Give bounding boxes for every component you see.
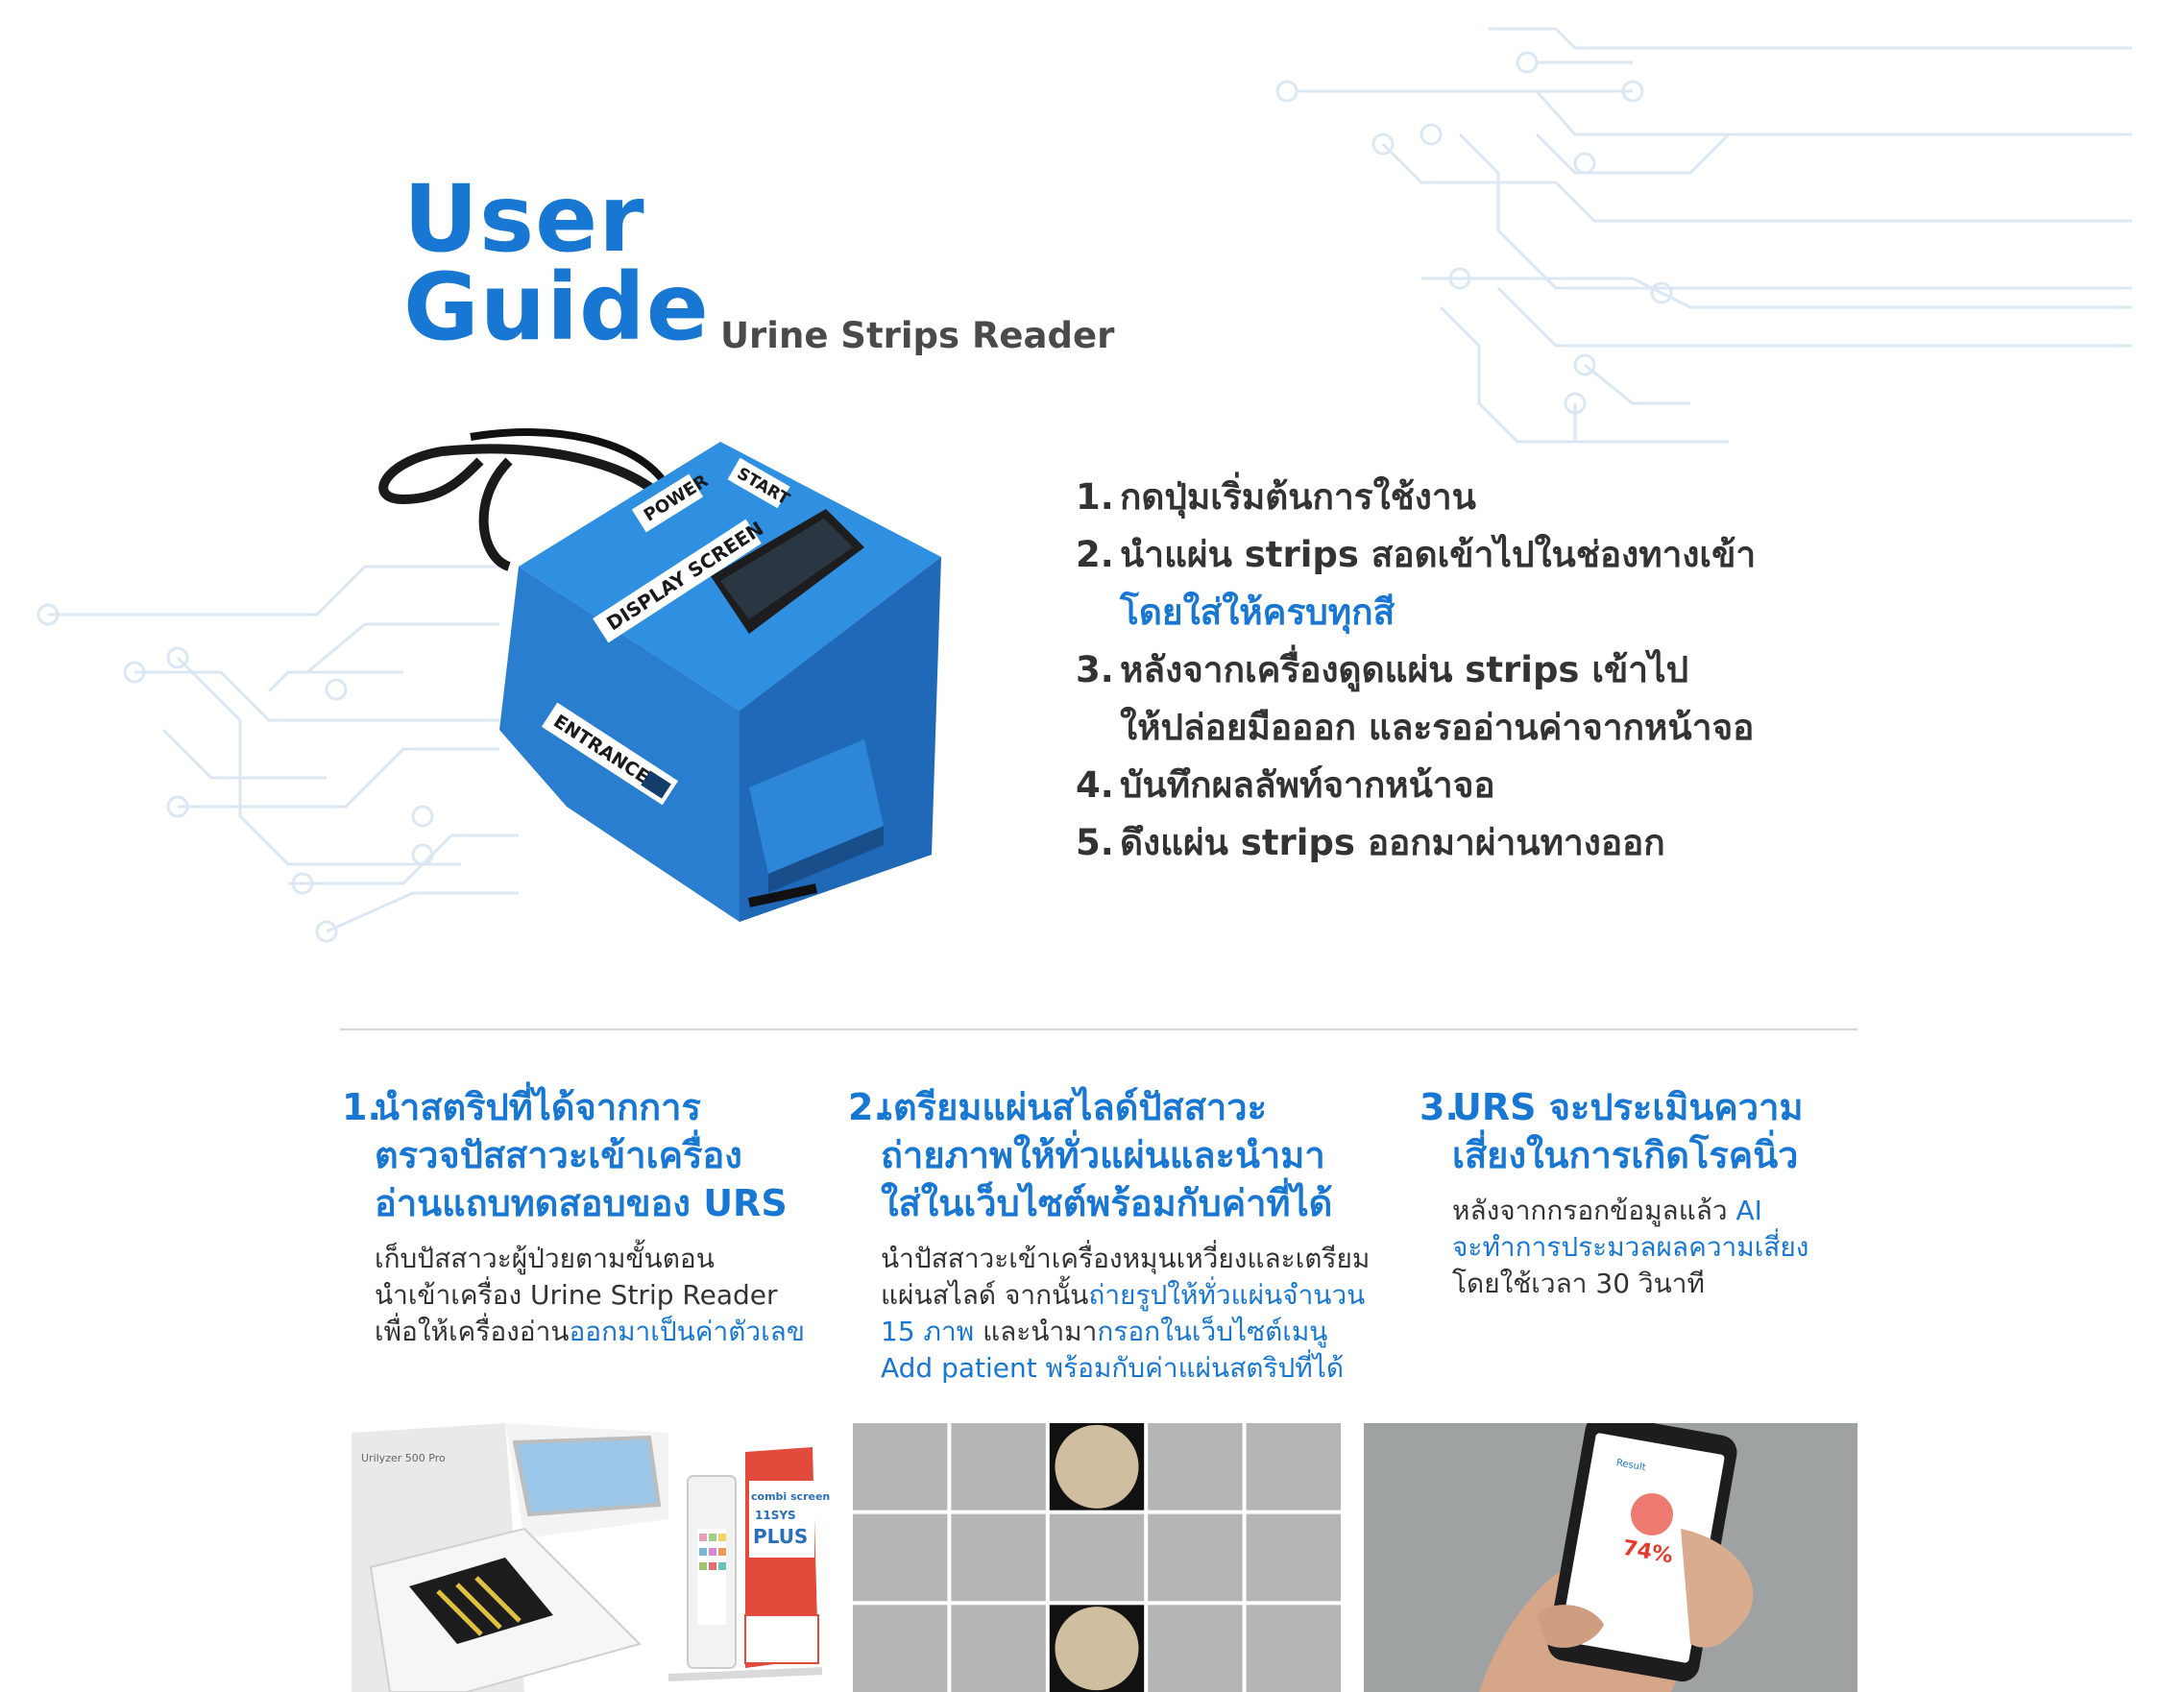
page-subtitle: Urine Strips Reader [720,315,1115,356]
title-guide: Guide [403,254,710,361]
step-2-cont: โดยใส่ให้ครบทุกสี [1120,592,1395,633]
microscope-slide-grid [853,1423,1341,1692]
urine-analyzer-photo: Urilyzer 500 Pro combi screen 11SYS PLUS [352,1423,839,1692]
microscope-tile [1049,1513,1145,1602]
microscope-view [1055,1607,1139,1691]
page-title: User Guide [403,173,710,353]
microscope-tile [853,1605,948,1692]
step-2: 2. นำแผ่น strips สอดเข้าไปในช่องทางเข้า [1076,534,1757,575]
microscope-tile [853,1423,948,1511]
step-5: 5. ดึงแผ่น strips ออกมาผ่านทางออก [1076,822,1665,863]
workflow-step-1-title: 1.นำสตริปที่ได้จากการ ตรวจปัสสาวะเข้าเคร… [342,1086,788,1224]
microscope-tile [1148,1605,1243,1692]
step-3-cont: ให้ปล่อยมือออก และรออ่านค่าจากหน้าจอ [1120,707,1755,748]
workflow-step-3: 3.URS จะประเมินความ เสี่ยงในการเกิดโรคนิ… [1420,1083,1861,1302]
device-steps: 1. กดปุ่มเริ่มต้นการใช้งาน 2. นำแผ่น strip… [1076,469,2036,872]
microscope-tile [1246,1513,1341,1602]
step-3: 3. หลังจากเครื่องดูดแผ่น strips เข้าไป [1076,649,1689,690]
device-photo: POWER START DISPLAY SCREEN ENTRANCE [378,428,941,922]
box-plus: PLUS [753,1525,808,1548]
workflow-step-2-body: นำปัสสาวะเข้าเครื่องหมุนเหวี่ยงและเตรียม… [881,1243,1371,1384]
step-4: 4. บันทึกผลลัพท์จากหน้าจอ [1076,764,1495,806]
microscope-tile [951,1605,1046,1692]
section-divider [340,1028,1857,1030]
box-variant: 11SYS [755,1509,796,1522]
analyzer-label: Urilyzer 500 Pro [361,1452,446,1464]
microscope-tile [1246,1605,1341,1692]
workflow-step-2: 2.เตรียมแผ่นสไลด์ปัสสาวะ ถ่ายภาพให้ทั่วแ… [848,1083,1405,1387]
microscope-tile [1148,1513,1243,1602]
title-user: User [403,165,645,273]
workflow-step-3-title: 3.URS จะประเมินความ เสี่ยงในการเกิดโรคนิ… [1420,1086,1804,1176]
phone-result-photo: Result 74% [1364,1423,1857,1692]
box-brand: combi screen [751,1490,830,1503]
microscope-tile [1246,1423,1341,1511]
workflow-step-1: 1.นำสตริปที่ได้จากการ ตรวจปัสสาวะเข้าเคร… [342,1083,841,1350]
workflow-step-1-body: เก็บปัสสาวะผู้ป่วยตามขั้นตอน นำเข้าเครื่… [375,1243,805,1347]
microscope-tile [853,1513,948,1602]
microscope-tile [951,1423,1046,1511]
workflow-step-3-body: หลังจากกรอกข้อมูลแล้ว AI จะทำการประมวลผล… [1452,1195,1809,1299]
step-1: 1. กดปุ่มเริ่มต้นการใช้งาน [1076,476,1476,518]
microscope-tile [1148,1423,1243,1511]
microscope-tile [951,1513,1046,1602]
workflow-step-2-title: 2.เตรียมแผ่นสไลด์ปัสสาวะ ถ่ายภาพให้ทั่วแ… [848,1086,1333,1224]
microscope-view [1055,1424,1139,1509]
